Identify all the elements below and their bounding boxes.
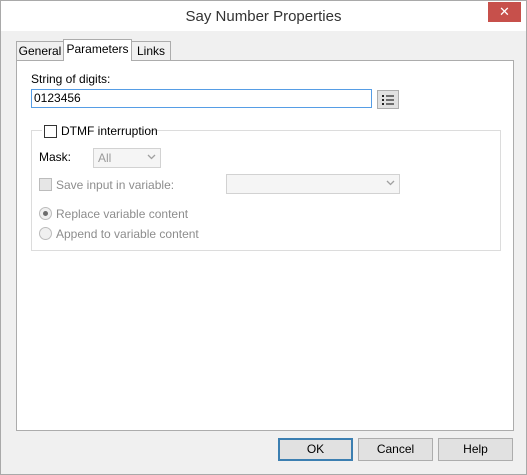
mask-select[interactable]: All (93, 148, 161, 168)
save-variable-select[interactable] (226, 174, 400, 194)
dtmf-interruption-label: DTMF interruption (61, 124, 158, 138)
chevron-down-icon (386, 180, 395, 186)
mask-value: All (98, 151, 112, 165)
dtmf-header: DTMF interruption (42, 124, 158, 138)
dialog-window: Say Number Properties ✕ General Paramete… (0, 0, 527, 475)
cancel-button[interactable]: Cancel (358, 438, 433, 461)
string-of-digits-input[interactable]: 0123456 (31, 89, 372, 108)
tab-label: Parameters (66, 42, 129, 56)
close-icon: ✕ (499, 4, 510, 19)
tab-links[interactable]: Links (131, 41, 171, 61)
variable-list-icon (382, 95, 394, 105)
append-variable-radio[interactable] (39, 227, 52, 240)
dtmf-interruption-checkbox[interactable] (44, 125, 57, 138)
tab-parameters[interactable]: Parameters (63, 39, 132, 61)
title-bar: Say Number Properties ✕ (1, 1, 526, 31)
parameters-panel: String of digits: 0123456 DTMF interrupt… (16, 60, 514, 431)
chevron-down-icon (147, 154, 156, 160)
variable-list-button[interactable] (377, 90, 399, 109)
string-of-digits-label: String of digits: (31, 72, 111, 86)
ok-button[interactable]: OK (278, 438, 353, 461)
replace-variable-radio[interactable] (39, 207, 52, 220)
append-variable-label: Append to variable content (56, 227, 199, 241)
tab-label: General (18, 44, 62, 58)
save-input-label: Save input in variable: (56, 178, 175, 192)
help-button[interactable]: Help (438, 438, 513, 461)
tab-label: Links (136, 44, 165, 58)
radio-selected-dot (43, 211, 48, 216)
tab-general[interactable]: General (16, 41, 64, 61)
save-input-checkbox[interactable] (39, 178, 52, 191)
window-title: Say Number Properties (185, 8, 342, 25)
mask-label: Mask: (39, 150, 72, 164)
replace-variable-label: Replace variable content (56, 207, 189, 221)
close-button[interactable]: ✕ (488, 2, 521, 22)
